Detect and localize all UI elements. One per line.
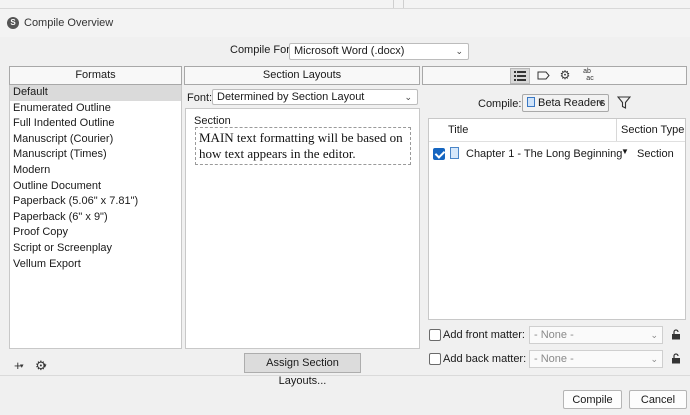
row-section-type[interactable]: Section <box>637 148 674 160</box>
scrivener-app-icon: S <box>7 17 19 29</box>
column-divider <box>616 119 617 141</box>
font-label: Font: <box>187 92 213 104</box>
row-title: Chapter 1 - The Long Beginning <box>466 148 623 160</box>
list-icon[interactable] <box>510 68 530 84</box>
format-item[interactable]: Manuscript (Courier) <box>10 132 181 148</box>
front-matter-checkbox[interactable] <box>429 329 441 341</box>
front-matter-value: - None - <box>534 329 574 341</box>
document-icon <box>527 97 535 107</box>
compile-for-value: Microsoft Word (.docx) <box>294 45 405 57</box>
strip-divider <box>403 0 404 8</box>
add-format-icon[interactable]: + ▾ <box>14 358 24 373</box>
front-matter-label: Add front matter: <box>443 329 525 341</box>
format-item[interactable]: Modern <box>10 163 181 179</box>
title-column-header[interactable]: Title <box>448 119 468 141</box>
assign-section-layouts-button[interactable]: Assign Section Layouts... <box>244 353 361 387</box>
chevron-down-icon: ⌄ <box>455 46 463 56</box>
gear-icon[interactable]: ⚙ <box>555 68 575 84</box>
include-checkbox[interactable] <box>433 148 445 160</box>
compile-for-select[interactable]: Microsoft Word (.docx) ⌄ <box>289 43 469 60</box>
replacements-icon-top: ab <box>583 68 591 75</box>
format-item[interactable]: Vellum Export <box>10 257 181 273</box>
window-title: Compile Overview <box>24 17 114 29</box>
replacements-icon[interactable]: ab ac <box>577 68 597 84</box>
formats-list: Default Enumerated Outline Full Indented O… <box>9 85 182 349</box>
format-item[interactable]: Proof Copy <box>10 225 181 241</box>
gear-icon[interactable]: ⚙ ▾ <box>35 358 47 374</box>
lock-icon[interactable] <box>671 353 681 364</box>
dropdown-arrow-icon[interactable]: ▼ <box>621 147 629 156</box>
back-matter-value: - None - <box>534 353 574 365</box>
table-row[interactable]: Chapter 1 - The Long Beginning ▼ Section <box>429 143 685 163</box>
compile-group-label: Compile: <box>478 98 522 110</box>
format-item[interactable]: Paperback (6" x 9") <box>10 210 181 226</box>
footer-divider <box>0 375 690 376</box>
back-matter-label: Add back matter: <box>443 353 527 365</box>
filter-icon[interactable] <box>617 96 631 109</box>
chevron-down-icon: ⌄ <box>404 92 412 102</box>
background-window-strip <box>0 0 690 8</box>
format-item[interactable]: Paperback (5.06" x 7.81") <box>10 194 181 210</box>
replacements-icon-bottom: ac <box>586 75 594 82</box>
chevron-down-icon: ⌄ <box>650 354 658 364</box>
font-select-value: Determined by Section Layout <box>217 91 365 103</box>
strip-divider <box>393 0 394 8</box>
format-item[interactable]: Outline Document <box>10 179 181 195</box>
compile-group-select[interactable]: Beta Readers ▼ <box>522 94 609 112</box>
label-icon[interactable] <box>533 68 553 84</box>
compile-button[interactable]: Compile <box>563 390 622 409</box>
formats-header: Formats <box>9 66 182 85</box>
contents-table: Title Section Type Chapter 1 - The Long … <box>428 118 686 320</box>
format-item[interactable]: Script or Screenplay <box>10 241 181 257</box>
lock-icon[interactable] <box>671 329 681 340</box>
section-layout-label: Section <box>194 115 231 127</box>
section-layout-preview[interactable]: MAIN text formatting will be based on ho… <box>195 127 411 165</box>
cancel-button[interactable]: Cancel <box>629 390 687 409</box>
back-matter-checkbox[interactable] <box>429 353 441 365</box>
header-divider <box>429 141 685 142</box>
format-item[interactable]: Default <box>10 85 181 101</box>
format-item[interactable]: Enumerated Outline <box>10 101 181 117</box>
title-bar: S Compile Overview <box>0 9 690 37</box>
dropdown-arrow-icon: ▼ <box>597 99 605 108</box>
document-icon <box>450 147 459 159</box>
front-matter-select[interactable]: - None - ⌄ <box>529 326 663 344</box>
section-layouts-panel: Section MAIN text formatting will be bas… <box>185 108 420 349</box>
format-item[interactable]: Manuscript (Times) <box>10 147 181 163</box>
section-layouts-header: Section Layouts <box>184 66 420 85</box>
chevron-down-icon: ⌄ <box>650 330 658 340</box>
compile-for-label: Compile For: <box>230 44 293 56</box>
font-select[interactable]: Determined by Section Layout ⌄ <box>212 89 418 105</box>
section-type-column-header[interactable]: Section Type <box>621 119 684 141</box>
back-matter-select[interactable]: - None - ⌄ <box>529 350 663 368</box>
format-item[interactable]: Full Indented Outline <box>10 116 181 132</box>
compile-group-value: Beta Readers <box>538 97 606 109</box>
